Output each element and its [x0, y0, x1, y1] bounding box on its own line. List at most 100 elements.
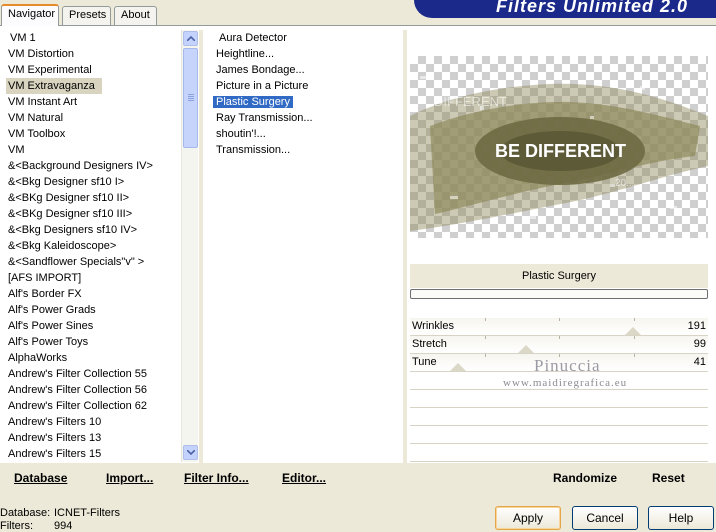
panel-divider: [403, 30, 407, 463]
slider-label: Stretch: [412, 338, 447, 350]
category-item[interactable]: VM Natural: [0, 110, 180, 126]
empty-slider-slot: [410, 390, 708, 408]
category-item[interactable]: Andrew's Filters 10: [0, 414, 180, 430]
scroll-down-button[interactable]: [183, 445, 198, 460]
category-item[interactable]: &<Bkg Kaleidoscope>: [0, 238, 180, 254]
category-item[interactable]: &<Bkg Designer sf10 I>: [0, 174, 180, 190]
slider-thumb[interactable]: [625, 327, 641, 335]
category-scrollbar[interactable]: [181, 30, 198, 462]
category-item[interactable]: Andrew's Filters 15: [0, 446, 180, 462]
randomize-button[interactable]: Randomize: [553, 471, 617, 485]
chevron-up-icon: [187, 36, 195, 41]
slider-tick: [559, 318, 560, 321]
filter-item[interactable]: Transmission...: [204, 142, 402, 158]
filter-item[interactable]: Heightline...: [204, 46, 402, 62]
filter-item-label: shoutin'!...: [216, 128, 266, 140]
category-item[interactable]: VM Toolbox: [0, 126, 180, 142]
slider-wrinkles[interactable]: Wrinkles 191: [410, 318, 708, 336]
scroll-up-button[interactable]: [183, 31, 198, 46]
category-item[interactable]: Andrew's Filters 13: [0, 430, 180, 446]
slider-tick: [634, 336, 635, 339]
filter-info-button[interactable]: Filter Info...: [184, 471, 249, 485]
category-item[interactable]: [AFS IMPORT]: [0, 270, 180, 286]
tab-about[interactable]: About: [114, 6, 157, 25]
category-item[interactable]: VM Distortion: [0, 46, 180, 62]
category-item[interactable]: &<Sandflower Specials"v" >: [0, 254, 180, 270]
filter-preview: DIFFERENT BE DIFFERENT 20...: [410, 56, 708, 238]
filters-status-value: 994: [54, 520, 73, 532]
slider-stretch[interactable]: Stretch 99: [410, 336, 708, 354]
filter-item[interactable]: James Bondage...: [204, 62, 402, 78]
category-item[interactable]: &<Bkg Designers sf10 IV>: [0, 222, 180, 238]
category-item[interactable]: Alf's Border FX: [0, 286, 180, 302]
filter-item-label: James Bondage...: [216, 64, 305, 76]
reset-button[interactable]: Reset: [652, 471, 685, 485]
banner-title: Filters Unlimited 2.0: [495, 0, 688, 16]
filter-item[interactable]: Aura Detector: [204, 30, 402, 46]
tab-presets[interactable]: Presets: [62, 6, 111, 25]
apply-button[interactable]: Apply: [495, 506, 561, 530]
category-item[interactable]: &<BKg Designer sf10 II>: [0, 190, 180, 206]
filter-item-label: Heightline...: [216, 48, 275, 60]
filter-item-label: Transmission...: [216, 144, 291, 156]
category-item[interactable]: &<Background Designers IV>: [0, 158, 180, 174]
watermark-name: Pinuccia: [534, 356, 601, 375]
category-item[interactable]: Alf's Power Grads: [0, 302, 180, 318]
empty-slider-slot: [410, 444, 708, 462]
tab-navigator[interactable]: Navigator: [1, 4, 59, 26]
import-label: Import...: [106, 471, 154, 485]
filter-info-label: Filter Info...: [184, 471, 249, 485]
editor-button[interactable]: Editor...: [282, 471, 326, 485]
slider-tick: [485, 336, 486, 339]
category-item[interactable]: VM Experimental: [0, 62, 180, 78]
filter-item[interactable]: Picture in a Picture: [204, 78, 402, 94]
chevron-down-icon: [187, 450, 195, 455]
scroll-thumb[interactable]: [183, 48, 198, 148]
preview-image: DIFFERENT BE DIFFERENT 20...: [410, 76, 708, 231]
filter-item-label: Ray Transmission...: [216, 112, 313, 124]
filter-item[interactable]: shoutin'!...: [204, 126, 402, 142]
slider-thumb[interactable]: [518, 345, 534, 353]
filter-list[interactable]: Aura Detector Heightline... James Bondage.…: [204, 30, 402, 462]
slider-tick: [634, 318, 635, 321]
slider-value: 41: [693, 356, 706, 368]
database-button[interactable]: Database: [14, 471, 67, 485]
category-item[interactable]: VM: [0, 142, 180, 158]
category-item[interactable]: Andrew's Filter Collection 56: [0, 382, 180, 398]
category-item[interactable]: VM Extravaganza: [6, 78, 102, 94]
filter-item[interactable]: Ray Transmission...: [204, 110, 402, 126]
category-item[interactable]: AlphaWorks: [0, 350, 180, 366]
slider-thumb[interactable]: [450, 363, 466, 371]
category-item[interactable]: VM Instant Art: [0, 94, 180, 110]
category-item[interactable]: &<BKg Designer sf10 III>: [0, 206, 180, 222]
slider-tick: [634, 354, 635, 357]
category-item[interactable]: Alf's Power Sines: [0, 318, 180, 334]
category-item[interactable]: Andrew's Filter Collection 55: [0, 366, 180, 382]
grip-icon: [188, 94, 194, 95]
panel-divider: [199, 30, 203, 463]
title-banner: Filters Unlimited 2.0: [414, 0, 716, 18]
category-item[interactable]: Alf's Power Toys: [0, 334, 180, 350]
action-bar: Database Import... Filter Info... Editor…: [0, 463, 716, 493]
slider-tick: [559, 336, 560, 339]
slider-value: 191: [687, 320, 706, 332]
current-filter-name: Plastic Surgery: [410, 264, 708, 288]
help-button[interactable]: Help: [648, 506, 714, 530]
cancel-button[interactable]: Cancel: [572, 506, 638, 530]
database-status-value: ICNET-Filters: [54, 507, 120, 519]
category-item[interactable]: Andrew's Filter Collection 62: [0, 398, 180, 414]
filter-item-label: Aura Detector: [219, 32, 287, 44]
filter-item[interactable]: Plastic Surgery: [204, 94, 402, 110]
preview-main-text: BE DIFFERENT: [495, 141, 626, 161]
category-item[interactable]: VM 1: [0, 30, 180, 46]
slider-value: 99: [693, 338, 706, 350]
progress-bar: [410, 289, 708, 299]
category-list[interactable]: VM 1 VM Distortion VM Experimental VM Extra…: [0, 30, 180, 462]
watermark-url: www.maidiregrafica.eu: [503, 377, 628, 389]
filters-status-label: Filters:: [0, 520, 33, 532]
filter-item-label: Picture in a Picture: [216, 80, 309, 92]
slider-label: Tune: [412, 356, 437, 368]
import-button[interactable]: Import...: [106, 471, 153, 485]
database-status-label: Database:: [0, 507, 51, 519]
slider-label: Wrinkles: [412, 320, 454, 332]
